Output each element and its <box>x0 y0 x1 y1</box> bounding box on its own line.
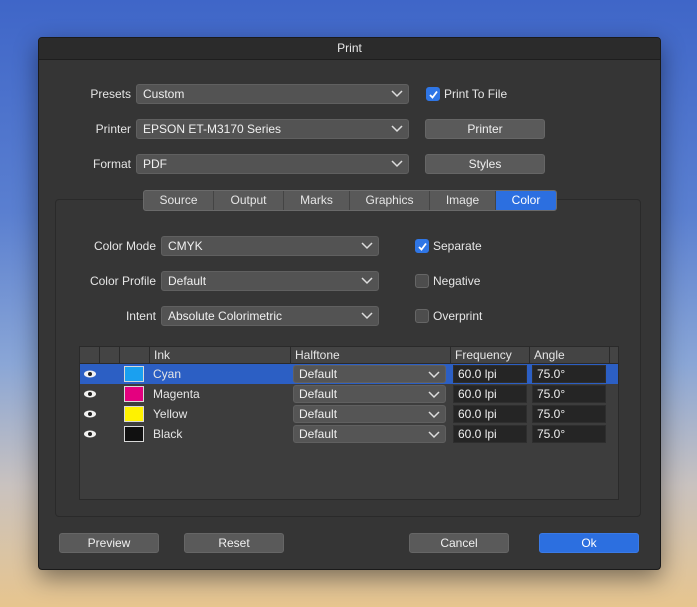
overprint-checkbox[interactable] <box>415 309 429 323</box>
ok-button[interactable]: Ok <box>539 533 639 553</box>
reset-button[interactable]: Reset <box>184 533 284 553</box>
preview-button[interactable]: Preview <box>59 533 159 553</box>
cancel-button[interactable]: Cancel <box>409 533 509 553</box>
halftone-value: Default <box>299 387 338 401</box>
print-dialog: Print Presets Custom Print To File Print… <box>38 37 661 570</box>
eye-icon[interactable] <box>83 428 97 442</box>
format-value: PDF <box>143 157 167 171</box>
table-row[interactable]: Magenta Default 60.0 lpi 75.0° <box>80 384 618 404</box>
print-to-file-checkbox[interactable] <box>426 87 440 101</box>
inks-table: Ink Halftone Frequency Angle Cyan Defaul… <box>79 346 619 500</box>
presets-value: Custom <box>143 87 185 101</box>
ink-name: Cyan <box>153 367 182 381</box>
tab-graphics[interactable]: Graphics <box>350 191 430 210</box>
color-mode-value: CMYK <box>168 239 203 253</box>
ink-name: Yellow <box>153 407 188 421</box>
header-frequency[interactable]: Frequency <box>451 347 530 363</box>
tab-output[interactable]: Output <box>214 191 284 210</box>
printer-select[interactable]: EPSON ET-M3170 Series <box>136 119 409 139</box>
intent-select[interactable]: Absolute Colorimetric <box>161 306 379 326</box>
negative-label: Negative <box>433 274 481 288</box>
table-row[interactable]: Black Default 60.0 lpi 75.0° <box>80 424 618 444</box>
angle-field[interactable]: 75.0° <box>532 385 606 403</box>
color-profile-value: Default <box>168 274 207 288</box>
color-mode-select[interactable]: CMYK <box>161 236 379 256</box>
tab-color[interactable]: Color <box>496 191 556 210</box>
header-angle[interactable]: Angle <box>530 347 610 363</box>
chevron-down-icon <box>427 426 441 444</box>
chevron-down-icon <box>390 120 404 138</box>
intent-label: Intent <box>125 309 156 323</box>
chevron-down-icon <box>390 155 404 173</box>
ink-swatch <box>124 406 144 422</box>
printer-label: Printer <box>95 122 131 136</box>
color-profile-label: Color Profile <box>89 274 156 288</box>
checkmark-icon <box>418 242 427 251</box>
chevron-down-icon <box>427 406 441 424</box>
negative-checkbox[interactable] <box>415 274 429 288</box>
header-ink[interactable]: Ink <box>150 347 291 363</box>
printer-value: EPSON ET-M3170 Series <box>143 122 282 136</box>
presets-label: Presets <box>90 87 131 101</box>
overprint-label: Overprint <box>433 309 483 323</box>
angle-field[interactable]: 75.0° <box>532 365 606 383</box>
halftone-value: Default <box>299 427 338 441</box>
chevron-down-icon <box>360 237 374 255</box>
ink-swatch <box>124 426 144 442</box>
header-swatch <box>120 347 150 363</box>
ink-swatch <box>124 386 144 402</box>
frequency-field[interactable]: 60.0 lpi <box>453 365 527 383</box>
color-mode-label: Color Mode <box>93 239 156 253</box>
halftone-value: Default <box>299 407 338 421</box>
ink-swatch <box>124 366 144 382</box>
ink-name: Black <box>153 427 183 441</box>
frequency-field[interactable]: 60.0 lpi <box>453 385 527 403</box>
print-to-file-label: Print To File <box>444 87 508 101</box>
separate-label: Separate <box>433 239 482 253</box>
format-label: Format <box>92 157 131 171</box>
frequency-field[interactable]: 60.0 lpi <box>453 425 527 443</box>
chevron-down-icon <box>390 85 404 103</box>
tab-marks[interactable]: Marks <box>284 191 350 210</box>
halftone-select[interactable]: Default <box>293 365 446 383</box>
header-visibility <box>80 347 100 363</box>
dialog-title: Print <box>39 38 660 60</box>
tab-image[interactable]: Image <box>430 191 496 210</box>
table-row[interactable]: Cyan Default 60.0 lpi 75.0° <box>80 364 618 384</box>
intent-value: Absolute Colorimetric <box>168 309 283 323</box>
eye-icon[interactable] <box>83 408 97 422</box>
presets-select[interactable]: Custom <box>136 84 409 104</box>
separate-checkbox[interactable] <box>415 239 429 253</box>
table-row[interactable]: Yellow Default 60.0 lpi 75.0° <box>80 404 618 424</box>
halftone-select[interactable]: Default <box>293 385 446 403</box>
chevron-down-icon <box>360 272 374 290</box>
eye-icon[interactable] <box>83 388 97 402</box>
header-halftone[interactable]: Halftone <box>291 347 451 363</box>
tab-bar: Source Output Marks Graphics Image Color <box>143 190 557 211</box>
checkmark-icon <box>429 90 438 99</box>
color-profile-select[interactable]: Default <box>161 271 379 291</box>
printer-button[interactable]: Printer <box>425 119 545 139</box>
eye-icon[interactable] <box>83 368 97 382</box>
tab-source[interactable]: Source <box>144 191 214 210</box>
frequency-field[interactable]: 60.0 lpi <box>453 405 527 423</box>
styles-button[interactable]: Styles <box>425 154 545 174</box>
format-select[interactable]: PDF <box>136 154 409 174</box>
angle-field[interactable]: 75.0° <box>532 425 606 443</box>
angle-field[interactable]: 75.0° <box>532 405 606 423</box>
halftone-value: Default <box>299 367 338 381</box>
chevron-down-icon <box>427 366 441 384</box>
ink-name: Magenta <box>153 387 200 401</box>
chevron-down-icon <box>360 307 374 325</box>
table-header: Ink Halftone Frequency Angle <box>80 347 618 364</box>
header-lock <box>100 347 120 363</box>
halftone-select[interactable]: Default <box>293 405 446 423</box>
chevron-down-icon <box>427 386 441 404</box>
halftone-select[interactable]: Default <box>293 425 446 443</box>
